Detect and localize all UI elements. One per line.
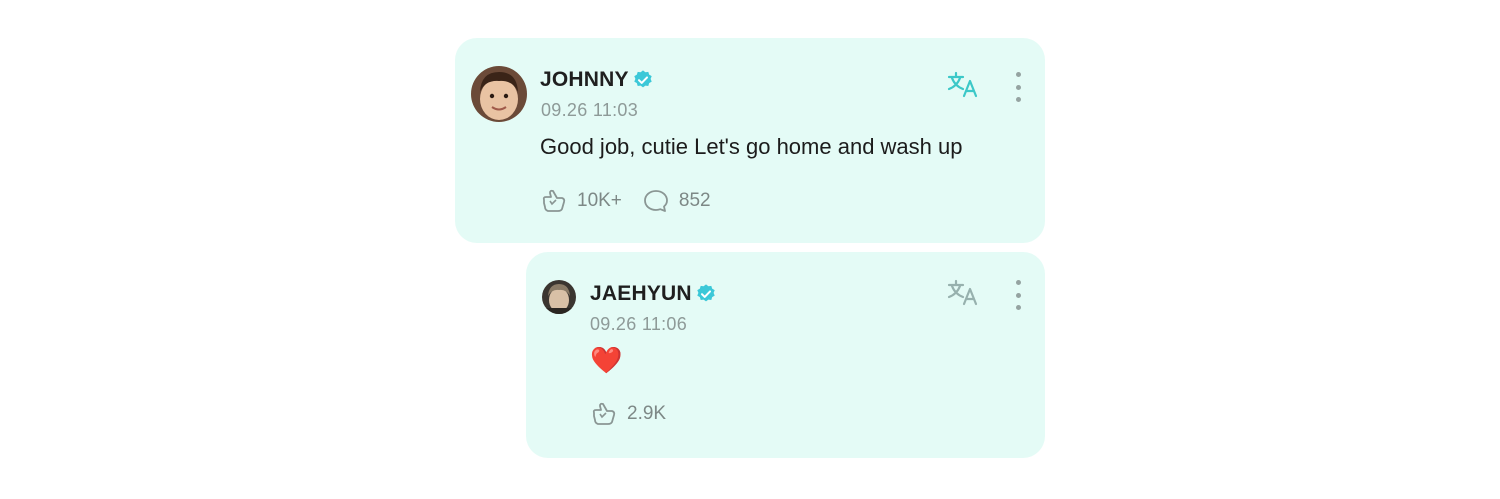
verified-badge-icon	[697, 284, 715, 302]
author-row: JAEHYUN	[590, 282, 717, 306]
verified-badge-icon	[634, 70, 652, 88]
avatar[interactable]	[471, 66, 527, 122]
author-name[interactable]: JAEHYUN	[590, 282, 692, 306]
more-vertical-icon[interactable]	[1013, 280, 1023, 310]
author-row: JOHNNY	[540, 68, 654, 92]
post-stats: 10K+ 852	[540, 188, 731, 214]
post-text: Good job, cutie Let's go home and wash u…	[540, 134, 963, 159]
reply-card[interactable]: JAEHYUN 09.26 11:06 ❤️ 2.9K	[526, 252, 1045, 458]
like-count: 10K+	[577, 190, 622, 211]
author-name[interactable]: JOHNNY	[540, 68, 629, 92]
like-count: 2.9K	[627, 403, 667, 424]
post-card[interactable]: JOHNNY 09.26 11:03 Good job, cutie Let's…	[455, 38, 1045, 243]
post-timestamp: 09.26 11:03	[541, 100, 639, 120]
reply-timestamp: 09.26 11:06	[590, 314, 688, 334]
translate-icon[interactable]	[946, 70, 980, 100]
translate-icon[interactable]	[946, 278, 980, 308]
comment-bubble-icon[interactable]	[642, 188, 670, 214]
like-hand-icon[interactable]	[590, 401, 618, 427]
avatar[interactable]	[542, 280, 576, 314]
reply-stats: 2.9K	[590, 401, 686, 427]
like-hand-icon[interactable]	[540, 188, 568, 214]
comment-count: 852	[678, 190, 711, 211]
reply-text: ❤️	[590, 345, 623, 375]
more-vertical-icon[interactable]	[1013, 72, 1023, 102]
